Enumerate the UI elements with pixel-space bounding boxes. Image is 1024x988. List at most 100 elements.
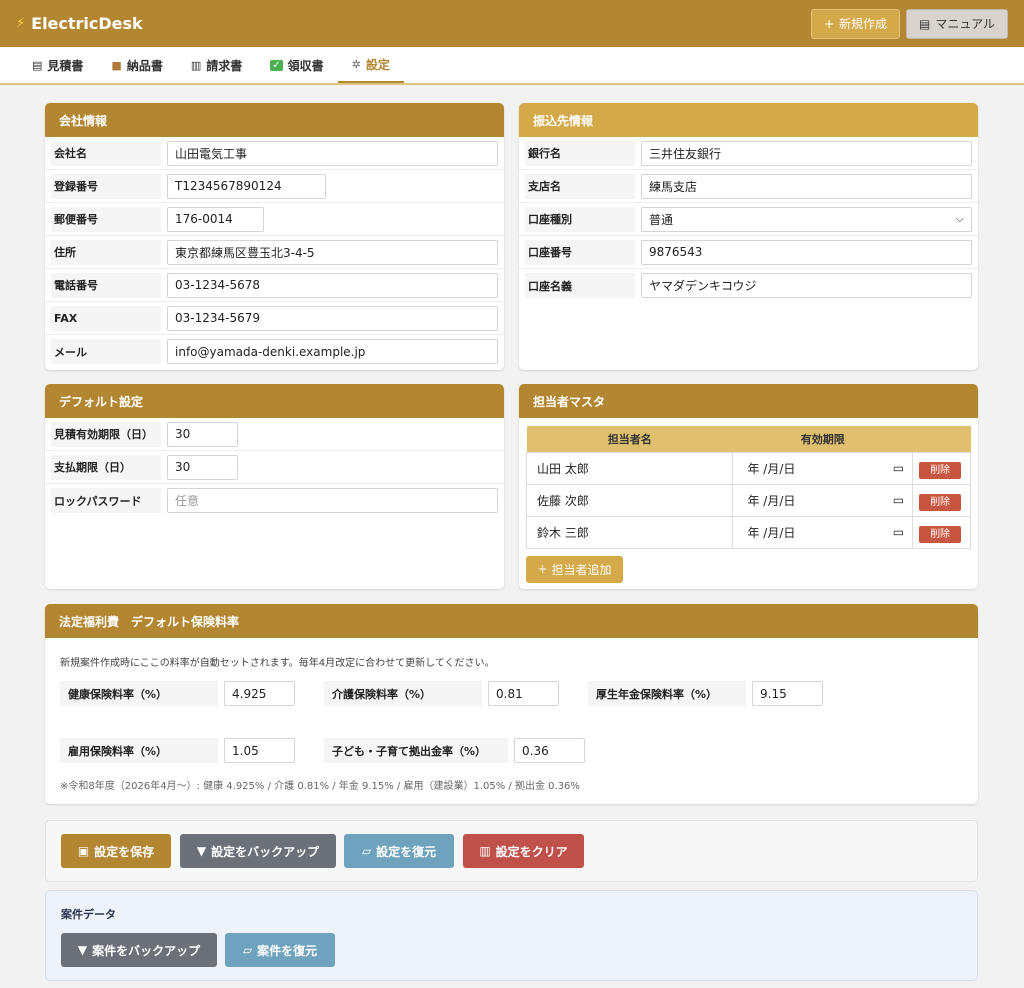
delete-button[interactable]: 削除 (919, 525, 962, 543)
tab-label: 設定 (365, 57, 390, 72)
tab-invoice[interactable]: ▥ 請求書 (177, 47, 256, 83)
email-input[interactable] (167, 339, 498, 364)
calendar-icon[interactable]: ▭ (893, 525, 904, 539)
clear-settings-button[interactable]: ▥ 設定をクリア (463, 834, 584, 868)
health-rate-input[interactable]: 4.925 (224, 681, 295, 706)
plus-icon: + (823, 16, 834, 31)
inbox-icon: ▼ (77, 943, 88, 957)
pension-rate-label: 厚生年金保険料率（%） (588, 681, 746, 706)
bank-name-input[interactable] (641, 140, 972, 166)
plus-icon: + (537, 562, 548, 576)
estimate-validity-input[interactable] (167, 421, 238, 447)
book-icon: ▤ (919, 16, 931, 31)
manual-button[interactable]: ▤ マニュアル (906, 8, 1008, 39)
address-label: 住所 (51, 239, 161, 265)
save-settings-button[interactable]: ▣ 設定を保存 (61, 834, 171, 868)
memo-icon: ▤ (32, 58, 43, 72)
insurance-footnote: ※令和8年度（2026年4月〜）: 健康 4.925% / 介護 0.81% /… (60, 781, 580, 792)
backup-cases-button[interactable]: ▼ 案件をバックアップ (61, 933, 217, 967)
account-holder-label: 口座名義 (525, 273, 635, 298)
account-type-value: 普通 (649, 212, 674, 227)
staff-card-title: 担当者マスタ (519, 384, 978, 418)
employment-rate-input[interactable]: 1.05 (224, 738, 295, 763)
tab-label: 領収書 (287, 58, 324, 73)
account-holder-input[interactable] (641, 273, 972, 298)
tab-bar: ▤ 見積書 ■ 納品書 ▥ 請求書 ✓ 領収書 ✲ 設定 (0, 47, 1024, 85)
payment-due-input[interactable] (167, 454, 238, 480)
bank-card: 振込先情報 銀行名 支店名 口座種別 普通 ⌵ 口座番号 口座名義 (519, 103, 978, 370)
fax-input[interactable] (167, 305, 498, 331)
table-row: 山田 太郎 年 /月/日 ▭ 削除 (525, 451, 971, 485)
case-data-card: 案件データ ▼ 案件をバックアップ ▱ 案件を復元 (45, 890, 978, 981)
care-rate-input[interactable]: 0.81 (488, 681, 559, 706)
backup-settings-label: 設定をバックアップ (211, 844, 320, 859)
delete-button[interactable]: 削除 (919, 493, 962, 511)
restore-settings-button[interactable]: ▱ 設定を復元 (344, 834, 454, 868)
registration-number-label: 登録番号 (51, 173, 161, 199)
top-bar: ⚡ ElectricDesk + 新規作成 ▤ マニュアル (0, 0, 1024, 47)
tab-settings[interactable]: ✲ 設定 (337, 47, 404, 83)
table-row: 鈴木 三郎 年 /月/日 ▭ 削除 (525, 515, 971, 549)
phone-input[interactable] (167, 272, 498, 298)
staff-name-cell[interactable]: 鈴木 三郎 (525, 515, 734, 549)
check-icon: ✓ (270, 59, 283, 71)
package-icon: ■ (111, 58, 122, 72)
employment-rate-label: 雇用保険料率（%） (60, 738, 218, 763)
manual-button-label: マニュアル (935, 17, 995, 31)
account-number-input[interactable] (641, 239, 972, 265)
staff-date-input[interactable]: 年 /月/日 ▭ (732, 483, 914, 517)
care-rate-label: 介護保険料率（%） (324, 681, 482, 706)
bank-name-label: 銀行名 (525, 140, 635, 166)
account-type-select[interactable]: 普通 ⌵ (641, 206, 972, 232)
tab-label: 見積書 (47, 58, 84, 73)
staff-name-cell[interactable]: 山田 太郎 (525, 451, 734, 485)
calendar-icon[interactable]: ▭ (893, 461, 904, 475)
registration-number-input[interactable] (167, 173, 326, 199)
staff-date-input[interactable]: 年 /月/日 ▭ (732, 451, 914, 485)
child-rate-label: 子ども・子育て拠出金率（%） (324, 738, 508, 763)
new-button[interactable]: + 新規作成 (810, 8, 901, 39)
postal-code-input[interactable] (167, 206, 264, 232)
tab-receipt[interactable]: ✓ 領収書 (256, 47, 337, 83)
add-staff-label: 担当者追加 (551, 562, 612, 577)
lock-password-input[interactable] (167, 488, 498, 513)
insurance-card: 法定福利費 デフォルト保険料率 新規案件作成時にここの料率が自動セットされます。… (45, 604, 978, 804)
app-brand[interactable]: ⚡ ElectricDesk (16, 14, 143, 33)
staff-date-input[interactable]: 年 /月/日 ▭ (732, 515, 914, 549)
defaults-card: デフォルト設定 見積有効期限（日） 支払期限（日） ロックパスワード (45, 384, 504, 589)
pension-rate-input[interactable]: 9.15 (752, 681, 823, 706)
case-data-title: 案件データ (61, 908, 116, 921)
insurance-card-title: 法定福利費 デフォルト保険料率 (45, 604, 978, 638)
staff-name-cell[interactable]: 佐藤 次郎 (525, 483, 734, 517)
company-card-title: 会社情報 (45, 103, 504, 137)
inbox-icon: ▼ (196, 844, 207, 858)
account-type-label: 口座種別 (525, 206, 635, 232)
defaults-card-title: デフォルト設定 (45, 384, 504, 418)
tab-estimate[interactable]: ▤ 見積書 (18, 47, 97, 83)
chevron-down-icon: ⌵ (955, 212, 964, 225)
add-staff-button[interactable]: + 担当者追加 (526, 555, 623, 583)
new-button-label: 新規作成 (839, 17, 888, 31)
insurance-note: 新規案件作成時にここの料率が自動セットされます。毎年4月改定に合わせて更新してく… (60, 658, 495, 669)
postal-code-label: 郵便番号 (51, 206, 161, 232)
staff-card: 担当者マスタ 担当者名 有効期限 山田 太郎 年 /月/日 ▭ 削除 佐藤 次郎 … (519, 384, 978, 589)
table-row: 佐藤 次郎 年 /月/日 ▭ 削除 (525, 483, 971, 517)
branch-name-input[interactable] (641, 173, 972, 199)
company-name-input[interactable] (167, 140, 498, 166)
child-rate-input[interactable]: 0.36 (514, 738, 585, 763)
address-input[interactable] (167, 239, 498, 265)
tab-delivery[interactable]: ■ 納品書 (97, 47, 176, 83)
gear-icon: ✲ (351, 57, 361, 71)
folder-icon: ▱ (361, 844, 372, 858)
backup-settings-button[interactable]: ▼ 設定をバックアップ (180, 834, 336, 868)
restore-cases-label: 案件を復元 (257, 943, 318, 958)
branch-name-label: 支店名 (525, 173, 635, 199)
restore-cases-button[interactable]: ▱ 案件を復元 (225, 933, 335, 967)
clear-settings-label: 設定をクリア (495, 844, 568, 859)
delete-button[interactable]: 削除 (919, 461, 962, 479)
calendar-icon[interactable]: ▭ (893, 493, 904, 507)
lock-password-label: ロックパスワード (51, 488, 161, 513)
date-placeholder: 年 /月/日 (747, 525, 796, 540)
staff-name-header: 担当者名 (526, 426, 733, 452)
tab-label: 請求書 (206, 58, 243, 73)
